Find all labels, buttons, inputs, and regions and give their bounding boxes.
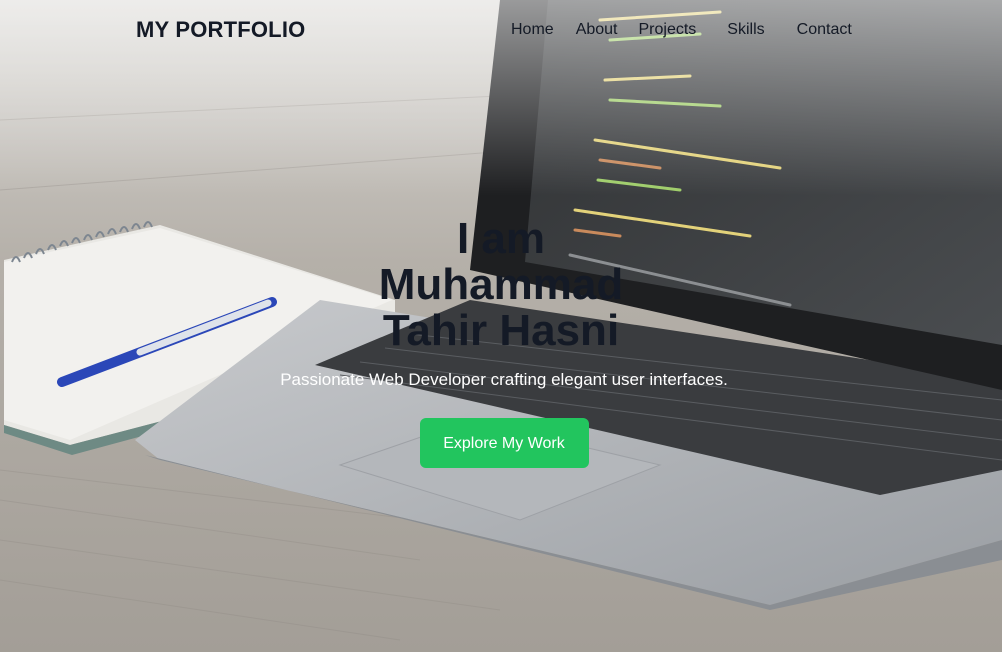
- hero-title: I am Muhammad Tahir Hasni: [378, 214, 624, 355]
- brand-logo[interactable]: MY PORTFOLIO: [136, 17, 305, 43]
- explore-work-button[interactable]: Explore My Work: [419, 418, 589, 468]
- nav-link-home[interactable]: Home: [511, 21, 554, 39]
- navbar: MY PORTFOLIO Home About Projects Skills …: [0, 0, 1002, 62]
- nav-link-contact[interactable]: Contact: [797, 21, 852, 39]
- hero-content: I am Muhammad Tahir Hasni Passionate Web…: [0, 216, 1002, 468]
- nav-link-about[interactable]: About: [576, 21, 618, 39]
- nav-links: Home About Projects Skills Contact: [511, 21, 852, 39]
- nav-link-skills[interactable]: Skills: [727, 21, 764, 39]
- hero-subtitle: Passionate Web Developer crafting elegan…: [280, 370, 728, 389]
- hero-section: MY PORTFOLIO Home About Projects Skills …: [0, 0, 1002, 652]
- nav-link-projects[interactable]: Projects: [639, 21, 697, 39]
